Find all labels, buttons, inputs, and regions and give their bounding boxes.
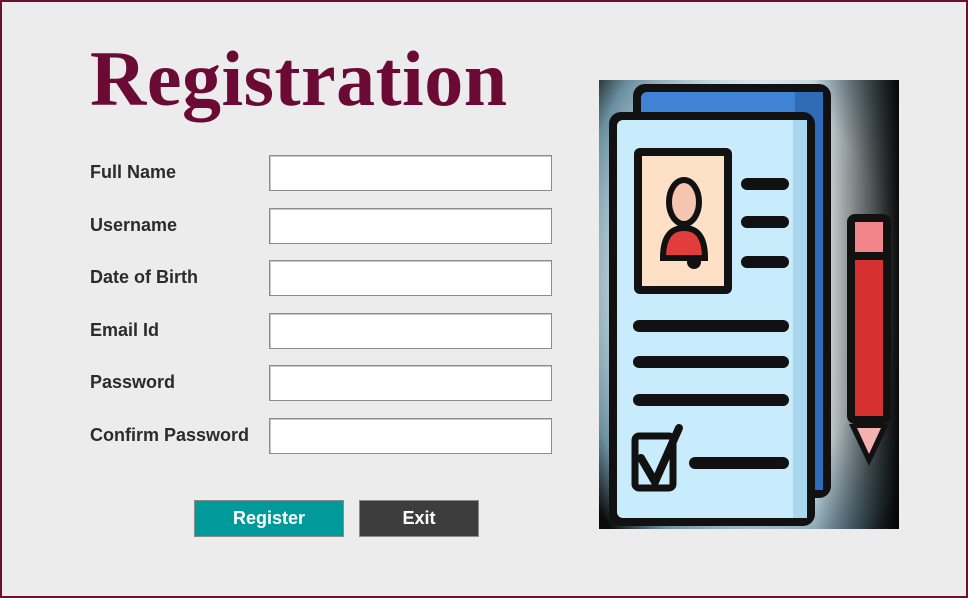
exit-button[interactable]: Exit xyxy=(359,500,479,537)
email-id-label: Email Id xyxy=(90,320,160,340)
document-icon xyxy=(599,80,899,529)
date-of-birth-label: Date of Birth xyxy=(90,267,198,287)
username-field[interactable] xyxy=(269,208,552,244)
registration-form-illustration xyxy=(599,80,899,529)
page-title: Registration xyxy=(90,35,508,122)
password-label: Password xyxy=(90,372,176,392)
email-id-field[interactable] xyxy=(269,313,552,349)
full-name-label: Full Name xyxy=(90,162,177,182)
confirm-password-label: Confirm Password xyxy=(90,425,250,445)
registration-window: Registration Full Name Username Date of … xyxy=(0,0,968,598)
username-label: Username xyxy=(90,215,178,235)
full-name-field[interactable] xyxy=(269,155,552,191)
date-of-birth-field[interactable] xyxy=(269,260,552,296)
register-button[interactable]: Register xyxy=(194,500,344,537)
confirm-password-field[interactable] xyxy=(269,418,552,454)
password-field[interactable] xyxy=(269,365,552,401)
